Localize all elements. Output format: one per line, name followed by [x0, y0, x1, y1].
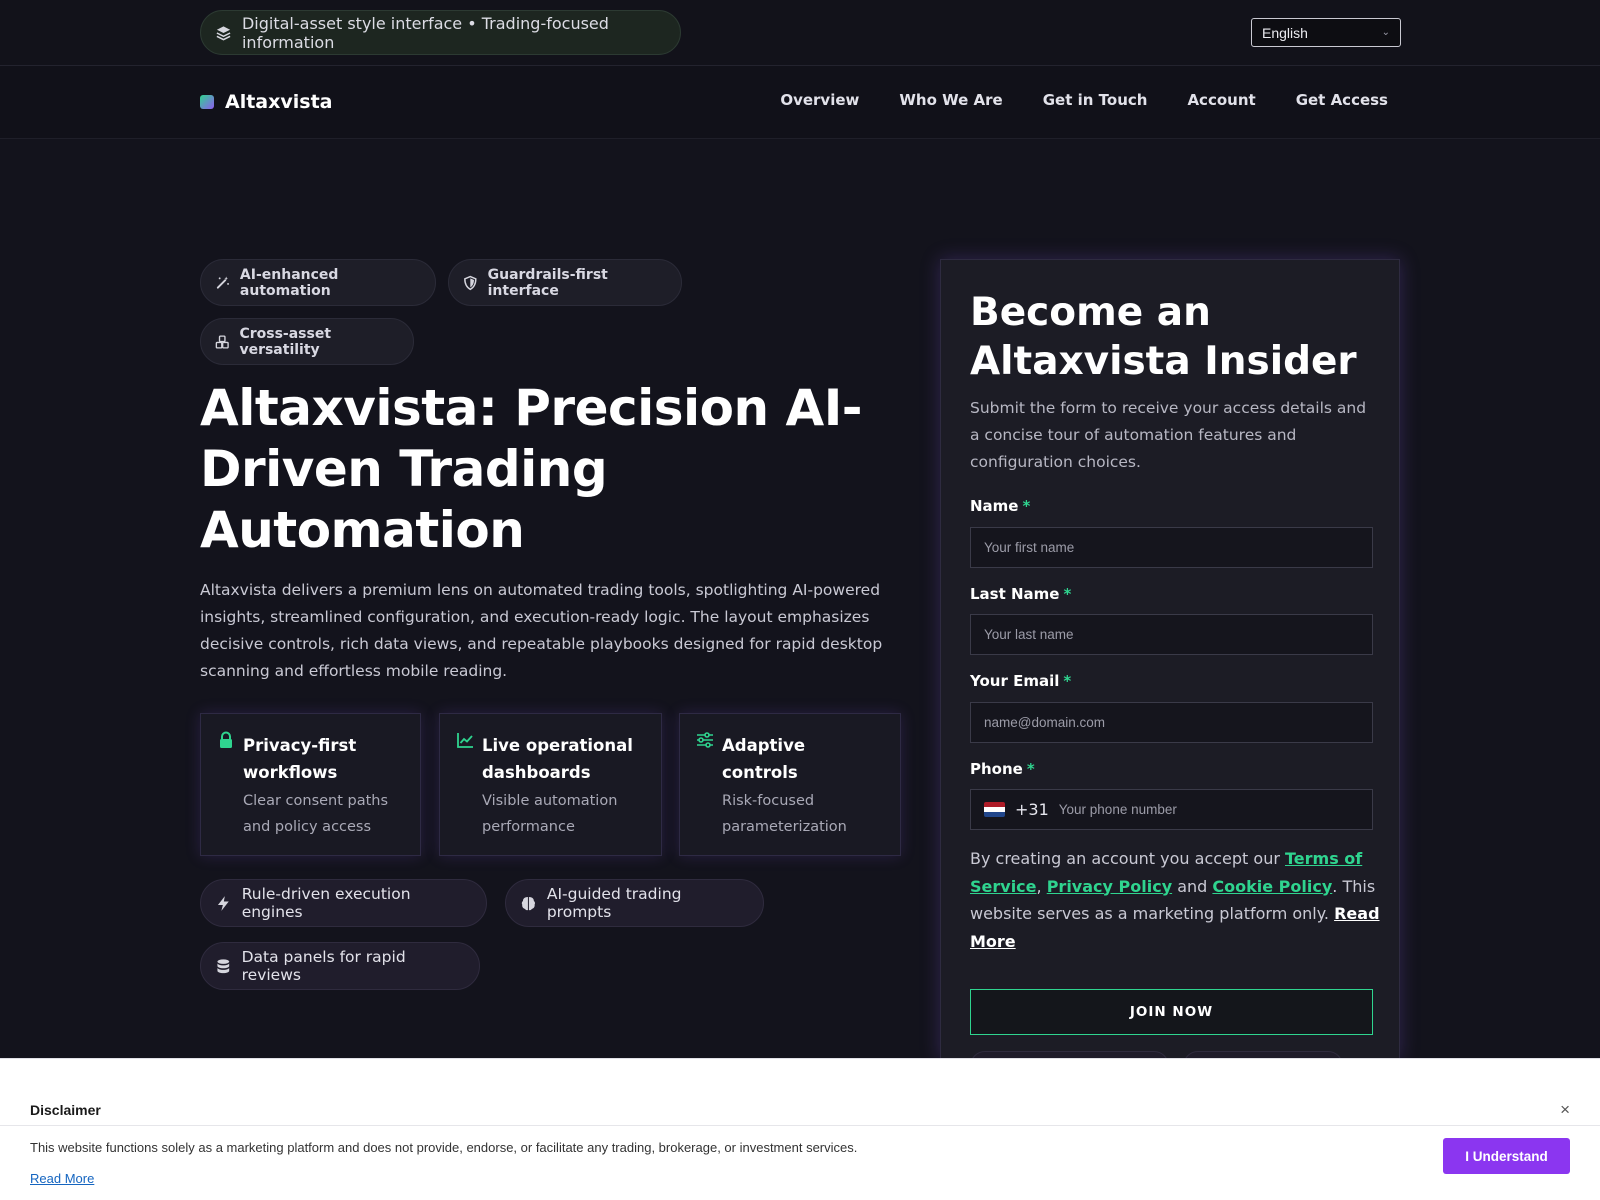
consent-and: and	[1172, 876, 1213, 896]
required-mark: *	[1063, 585, 1072, 603]
feature-card-dashboards: Live operational dashboards Visible auto…	[439, 713, 662, 856]
capability-pill-rule-driven: Rule-driven execution engines	[200, 879, 487, 927]
nav-link-overview[interactable]: Overview	[780, 91, 859, 109]
brand-name: Altaxvista	[225, 91, 333, 113]
hero-description: Altaxvista delivers a premium lens on au…	[200, 581, 883, 680]
feature-pill-label: Cross-asset versatility	[239, 325, 332, 358]
cubes-icon	[215, 334, 229, 349]
info-pill: Digital-asset style interface • Trading-…	[200, 10, 681, 55]
privacy-link[interactable]: Privacy Policy	[1047, 877, 1172, 896]
name-label-text: Name	[970, 497, 1019, 515]
language-select-value: English	[1262, 24, 1308, 41]
last-name-input[interactable]: Your last name	[970, 614, 1373, 655]
required-mark: *	[1022, 497, 1031, 515]
last-name-placeholder: Your last name	[984, 627, 1074, 642]
nav-link-who-we-are[interactable]: Who We Are	[899, 91, 1002, 109]
feature-pill-label: AI-enhanced automation	[239, 266, 339, 299]
chart-line-icon	[457, 733, 473, 748]
signup-panel: Become an Altaxvista Insider Submit the …	[940, 259, 1400, 1081]
layers-icon	[216, 25, 231, 40]
last-name-label: Last Name *	[970, 585, 1071, 603]
chevron-down-icon: ⌄	[1381, 27, 1390, 38]
phone-label: Phone *	[970, 760, 1035, 778]
cookie-link[interactable]: Cookie Policy	[1212, 877, 1332, 896]
capability-pill-ai-guided: AI-guided trading prompts	[505, 879, 764, 927]
feature-card-adaptive: Adaptive controls Risk-focused parameter…	[679, 713, 901, 856]
consent-text: By creating an account you accept our Te…	[970, 845, 1380, 955]
feature-card-title: Adaptive controls	[722, 736, 806, 782]
info-pill-text: Digital-asset style interface • Trading-…	[241, 13, 609, 52]
nav-links: Overview Who We Are Get in Touch Account…	[780, 91, 1388, 109]
last-name-label-text: Last Name	[970, 585, 1060, 603]
disclaimer-title: Disclaimer	[30, 1102, 101, 1118]
database-icon	[217, 958, 230, 973]
phone-placeholder: Your phone number	[1058, 802, 1177, 817]
phone-input[interactable]: +31 Your phone number	[970, 789, 1373, 830]
shield-icon	[464, 275, 477, 290]
capability-pill-data-panels: Data panels for rapid reviews	[200, 942, 480, 990]
consent-prefix: By creating an account you accept our	[970, 849, 1285, 868]
join-now-button[interactable]: JOIN NOW	[970, 989, 1373, 1035]
capability-pill-label: AI-guided trading prompts	[546, 885, 682, 921]
name-label: Name *	[970, 497, 1030, 515]
disclaimer-header: Disclaimer ×	[0, 1059, 1600, 1126]
consent-comma: ,	[1036, 876, 1042, 896]
netherlands-flag-icon[interactable]	[984, 802, 1005, 817]
email-input[interactable]: name@domain.com	[970, 702, 1373, 743]
magic-wand-icon	[216, 275, 229, 289]
required-mark: *	[1026, 760, 1035, 778]
feature-pill-guardrails: Guardrails-first interface	[448, 259, 682, 306]
feature-pill-ai-automation: AI-enhanced automation	[200, 259, 436, 306]
disclaimer-banner: Disclaimer × This website functions sole…	[0, 1058, 1600, 1200]
first-name-placeholder: Your first name	[984, 540, 1075, 555]
disclaimer-text: This website functions solely as a marke…	[30, 1140, 858, 1155]
feature-pill-cross-asset: Cross-asset versatility	[200, 318, 414, 365]
capability-pill-label: Rule-driven execution engines	[241, 885, 411, 921]
capability-pill-label: Data panels for rapid reviews	[241, 948, 406, 984]
nav-link-get-in-touch[interactable]: Get in Touch	[1043, 91, 1148, 109]
brain-icon	[521, 896, 536, 910]
nav-link-account[interactable]: Account	[1187, 91, 1255, 109]
disclaimer-read-more-link[interactable]: Read More	[30, 1171, 94, 1186]
feature-pill-label: Guardrails-first interface	[487, 266, 608, 299]
sliders-icon	[697, 732, 713, 748]
brand-logo[interactable]: Altaxvista	[200, 91, 333, 113]
email-label-text: Your Email	[970, 672, 1060, 690]
feature-card-subtitle: Clear consent paths and policy access	[243, 793, 389, 835]
language-select[interactable]: English ⌄	[1251, 18, 1401, 47]
brand-mark-icon	[200, 95, 214, 109]
close-icon[interactable]: ×	[1560, 1100, 1570, 1120]
main-navbar: Altaxvista Overview Who We Are Get in To…	[0, 66, 1600, 139]
email-label: Your Email *	[970, 672, 1071, 690]
feature-card-privacy: Privacy-first workflows Clear consent pa…	[200, 713, 421, 856]
first-name-input[interactable]: Your first name	[970, 527, 1373, 568]
email-placeholder: name@domain.com	[984, 715, 1106, 730]
feature-card-subtitle: Visible automation performance	[482, 793, 618, 835]
phone-label-text: Phone	[970, 760, 1023, 778]
required-mark: *	[1063, 672, 1072, 690]
feature-card-subtitle: Risk-focused parameterization	[722, 793, 847, 835]
phone-country-code[interactable]: +31	[1015, 800, 1049, 819]
feature-card-title: Privacy-first workflows	[243, 736, 357, 782]
bolt-icon	[217, 895, 229, 911]
signup-title: Become an Altaxvista Insider	[970, 290, 1357, 384]
lock-icon	[220, 731, 232, 748]
feature-card-title: Live operational dashboards	[482, 736, 633, 782]
nav-link-get-access[interactable]: Get Access	[1296, 91, 1388, 109]
understand-button[interactable]: I Understand	[1443, 1138, 1570, 1174]
signup-subtitle: Submit the form to receive your access d…	[970, 399, 1367, 471]
hero-title: Altaxvista: Precision AI-Driven Trading …	[200, 379, 863, 559]
top-info-strip: Digital-asset style interface • Trading-…	[0, 0, 1600, 66]
